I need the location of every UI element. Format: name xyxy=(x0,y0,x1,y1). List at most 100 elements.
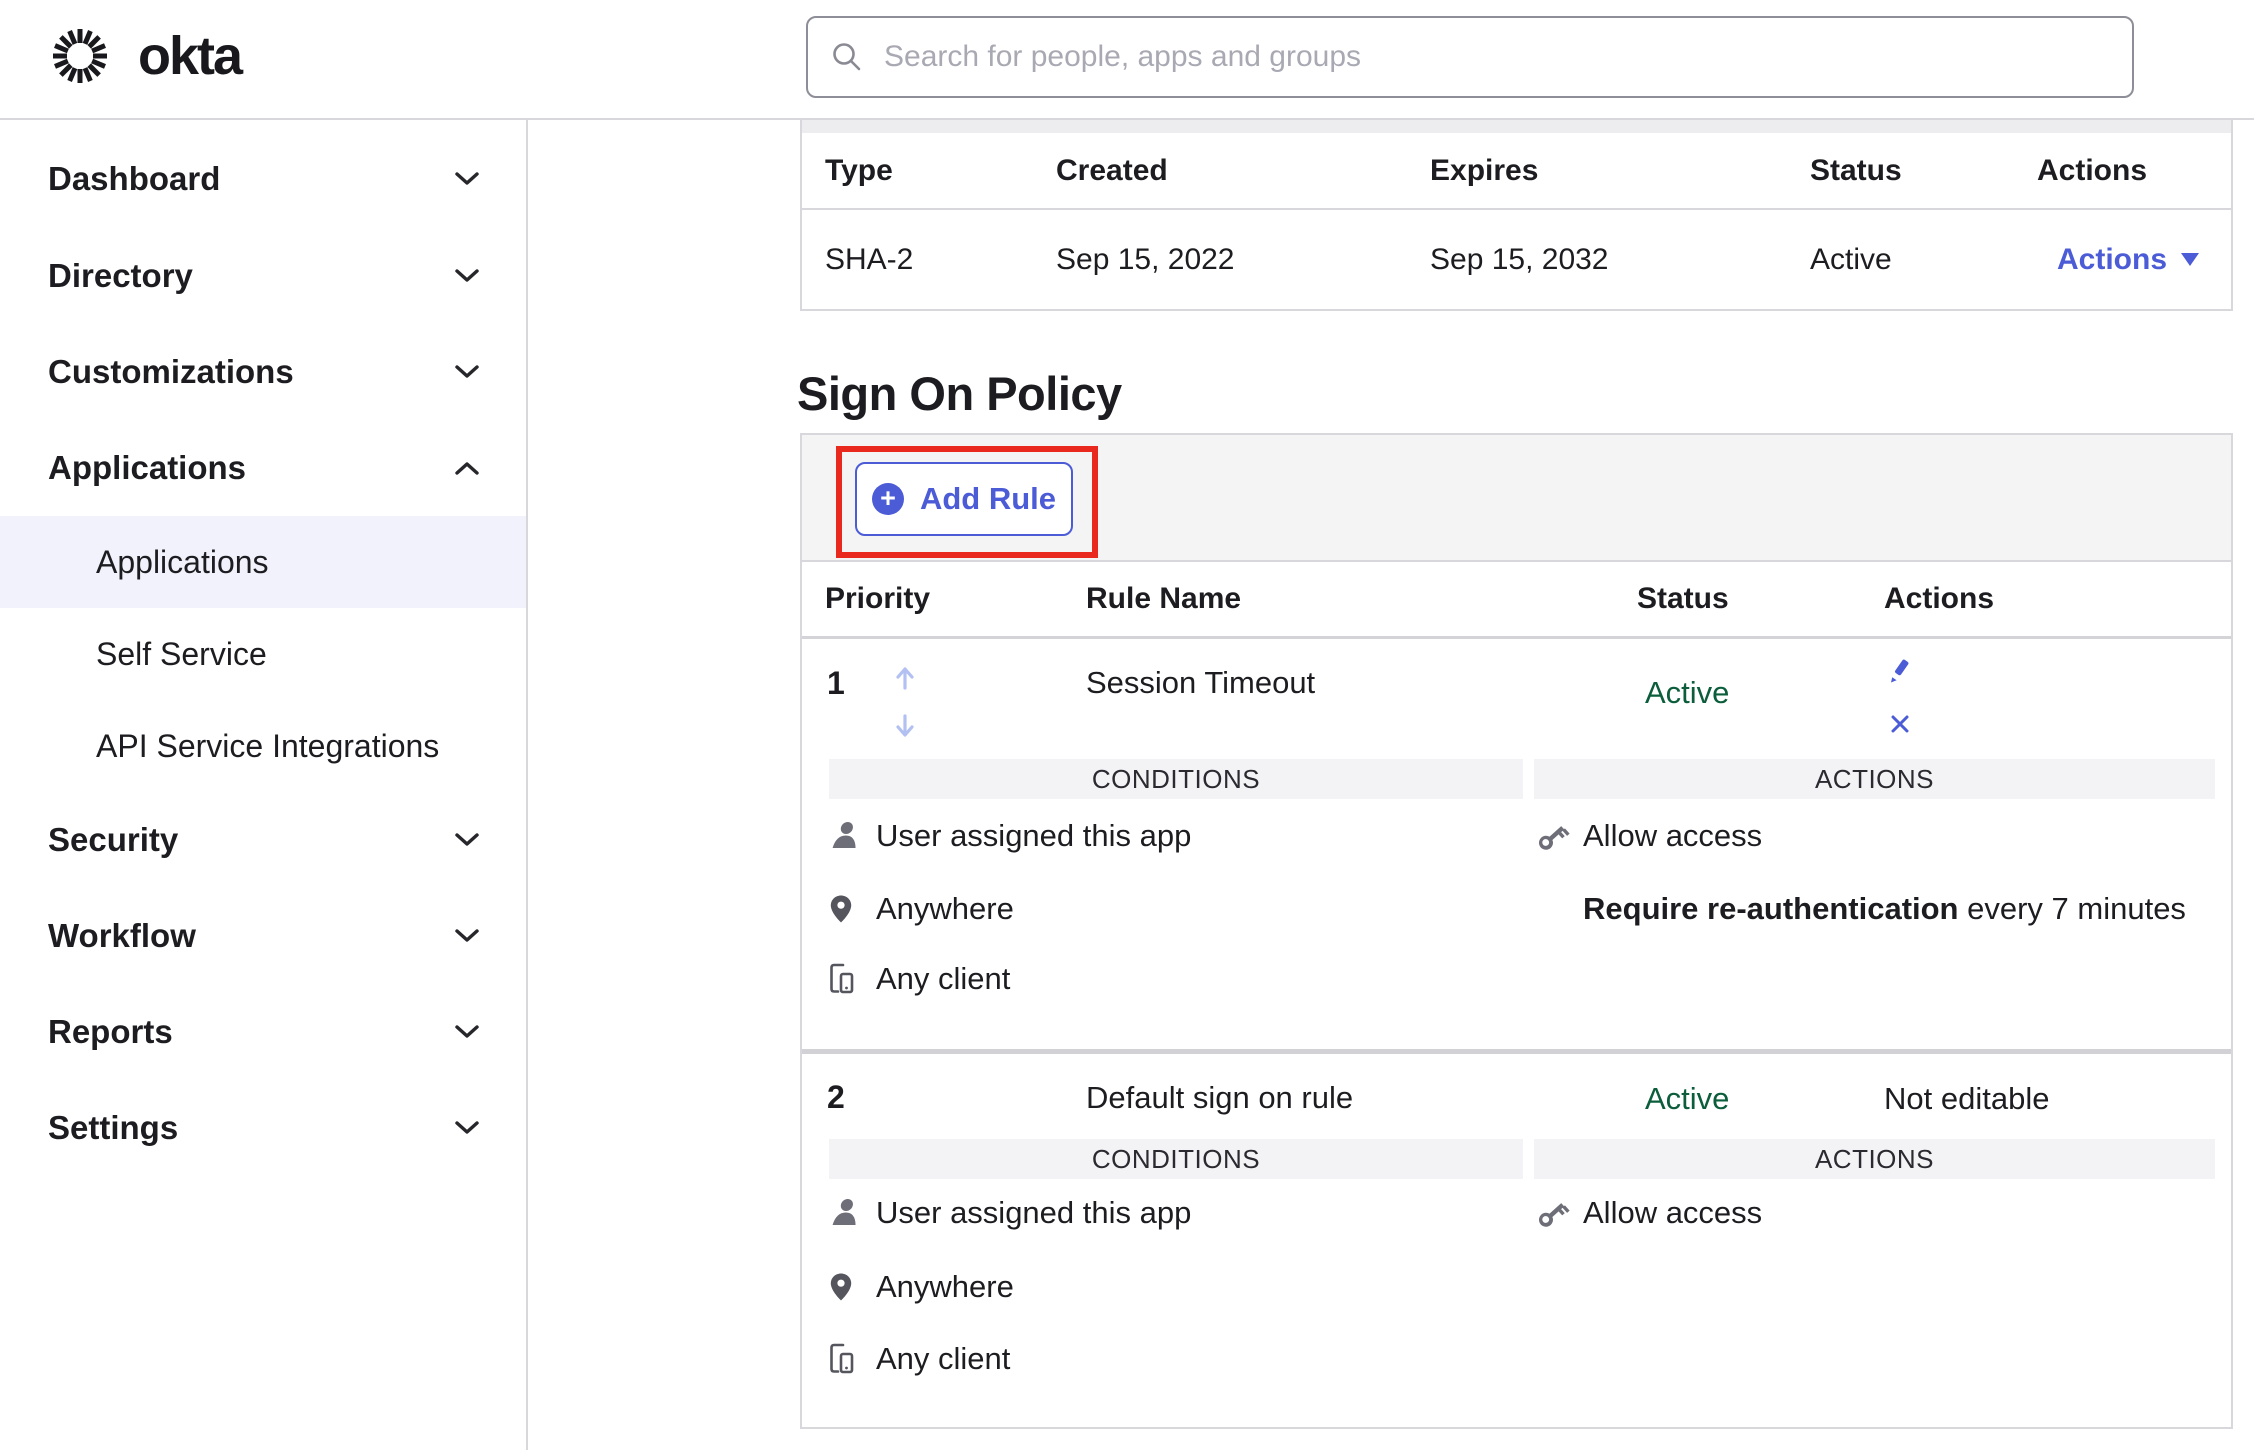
certificate-table-header: Type Created Expires Status Actions xyxy=(802,133,2231,210)
plus-icon: + xyxy=(871,483,904,515)
devices-icon xyxy=(827,1342,876,1376)
rule-row-2: 2 Default sign on rule Active Not editab… xyxy=(802,1054,2231,1139)
condition-user-assigned: User assigned this app xyxy=(827,814,1191,858)
actions-bar: ACTIONS xyxy=(1534,1139,2215,1179)
cert-expires: Sep 15, 2032 xyxy=(1430,242,1609,276)
rule-not-editable: Not editable xyxy=(1884,1081,2050,1116)
move-up-button[interactable] xyxy=(892,665,918,691)
global-search[interactable] xyxy=(806,16,2134,98)
cert-status: Active xyxy=(1810,242,1892,276)
condition-user-assigned: User assigned this app xyxy=(827,1191,1191,1235)
okta-logo[interactable]: okta xyxy=(48,24,243,88)
sidebar-item-label: Customizations xyxy=(48,353,294,390)
reauth-rest-text: every 7 minutes xyxy=(1958,891,2186,926)
location-pin-icon xyxy=(827,1271,876,1303)
sidebar-item-dashboard[interactable]: Dashboard xyxy=(0,131,526,227)
sign-on-policy-card: + Add Rule Priority Rule Name Status Act… xyxy=(800,433,2233,1429)
search-icon xyxy=(833,43,861,71)
col-type: Type xyxy=(825,153,893,187)
devices-icon xyxy=(827,962,876,996)
cert-actions-label: Actions xyxy=(2057,242,2168,276)
sidebar-item-label: Dashboard xyxy=(48,160,221,197)
col-created: Created xyxy=(1056,153,1168,187)
col-expires: Expires xyxy=(1430,153,1539,187)
arrow-up-icon xyxy=(896,667,914,690)
rule-status: Active xyxy=(1645,675,1730,710)
col-rule-name: Rule Name xyxy=(1086,582,1242,615)
sidebar-item-label: Workflow xyxy=(48,917,196,954)
rule-2-section-bars: CONDITIONS ACTIONS xyxy=(802,1139,2231,1179)
okta-sunburst-icon xyxy=(53,29,107,83)
user-icon xyxy=(827,820,876,852)
rules-table-header: Priority Rule Name Status Actions xyxy=(802,562,2231,639)
condition-any-client: Any client xyxy=(827,957,1010,1001)
sidebar-subitem-label: Applications xyxy=(96,543,269,580)
sidebar-item-applications[interactable]: Applications xyxy=(0,420,526,516)
col-actions: Actions xyxy=(1884,582,1995,615)
rule-1-details: User assigned this app Anywhere Any clie… xyxy=(802,799,2231,1049)
rule-priority: 1 xyxy=(827,665,845,701)
card-top-strip xyxy=(802,120,2231,133)
conditions-bar: CONDITIONS xyxy=(829,759,1523,799)
sidebar-subitem-label: Self Service xyxy=(96,635,267,672)
sidebar-nav: Dashboard Directory Customizations Appli… xyxy=(0,120,528,1450)
action-reauth: Require re-authentication every 7 minute… xyxy=(1534,887,2186,931)
condition-anywhere: Anywhere xyxy=(827,1265,1014,1309)
chevron-down-icon xyxy=(454,832,480,848)
key-icon xyxy=(1534,1196,1583,1230)
chevron-down-icon xyxy=(454,171,480,187)
sidebar-item-label: Security xyxy=(48,821,179,858)
sidebar-subitem-api-service-integrations[interactable]: API Service Integrations xyxy=(0,700,526,792)
sidebar-item-directory[interactable]: Directory xyxy=(0,228,526,324)
sidebar-item-label: Applications xyxy=(48,449,247,486)
sidebar-item-label: Directory xyxy=(48,257,193,294)
close-x-icon xyxy=(1891,715,1909,733)
rule-row-1: 1 Session Timeout Active xyxy=(802,639,2231,759)
col-actions: Actions xyxy=(2037,153,2148,187)
col-status: Status xyxy=(1810,153,1902,187)
rule-1-section-bars: CONDITIONS ACTIONS xyxy=(802,759,2231,799)
add-rule-button[interactable]: + Add Rule xyxy=(855,462,1073,536)
edit-rule-button[interactable] xyxy=(1884,657,1914,687)
delete-rule-button[interactable] xyxy=(1887,711,1913,737)
sidebar-subitem-applications[interactable]: Applications xyxy=(0,516,526,608)
arrow-down-icon xyxy=(896,714,914,737)
sidebar-subitem-label: API Service Integrations xyxy=(96,727,440,764)
actions-bar: ACTIONS xyxy=(1534,759,2215,799)
chevron-down-icon xyxy=(454,1120,480,1136)
condition-anywhere: Anywhere xyxy=(827,887,1014,931)
location-pin-icon xyxy=(827,893,876,925)
caret-down-icon xyxy=(2181,253,2200,266)
search-input[interactable] xyxy=(882,39,2110,75)
rule-status: Active xyxy=(1645,1081,1730,1116)
user-icon xyxy=(827,1197,876,1229)
move-down-button[interactable] xyxy=(892,713,918,739)
sidebar-item-security[interactable]: Security xyxy=(0,792,526,888)
sidebar-item-settings[interactable]: Settings xyxy=(0,1080,526,1176)
rule-priority: 2 xyxy=(827,1079,845,1115)
cert-created: Sep 15, 2022 xyxy=(1056,242,1235,276)
cert-actions-menu[interactable]: Actions xyxy=(2057,242,2200,277)
key-icon xyxy=(1534,819,1583,853)
chevron-down-icon xyxy=(454,268,480,284)
sidebar-item-customizations[interactable]: Customizations xyxy=(0,324,526,420)
brand-wordmark: okta xyxy=(138,26,243,86)
chevron-down-icon xyxy=(454,1024,480,1040)
chevron-up-icon xyxy=(454,460,480,476)
action-allow-access: Allow access xyxy=(1534,1191,1762,1235)
action-allow-access: Allow access xyxy=(1534,814,1762,858)
col-priority: Priority xyxy=(825,582,931,615)
rule-2-details: User assigned this app Anywhere Any clie… xyxy=(802,1179,2231,1427)
rule-name: Default sign on rule xyxy=(1086,1080,1354,1115)
sidebar-item-workflow[interactable]: Workflow xyxy=(0,888,526,984)
col-status: Status xyxy=(1637,582,1729,615)
page-title: Sign On Policy xyxy=(797,367,1122,420)
cert-type: SHA-2 xyxy=(825,242,914,276)
sidebar-subitem-self-service[interactable]: Self Service xyxy=(0,608,526,700)
sidebar-item-reports[interactable]: Reports xyxy=(0,984,526,1080)
add-rule-label: Add Rule xyxy=(919,481,1057,516)
sidebar-item-label: Reports xyxy=(48,1013,173,1050)
condition-any-client: Any client xyxy=(827,1337,1010,1381)
policy-toolbar: + Add Rule xyxy=(802,435,2231,562)
chevron-down-icon xyxy=(454,928,480,944)
